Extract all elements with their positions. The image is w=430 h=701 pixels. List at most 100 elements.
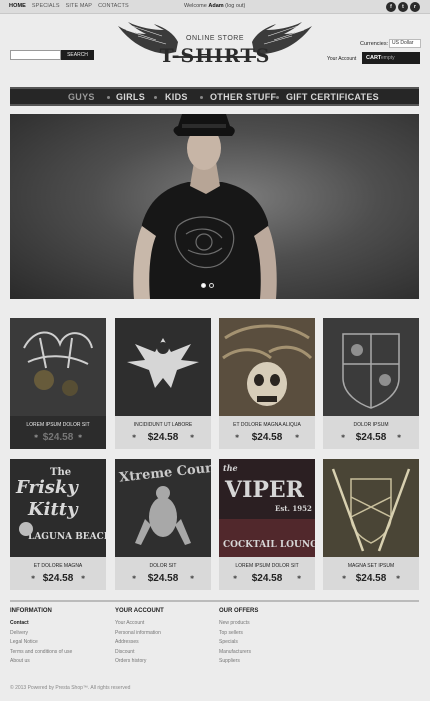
product-name[interactable]: Lorem ipsum dolor sit (10, 422, 106, 428)
facebook-icon[interactable]: f (386, 2, 396, 12)
slider-dot-2[interactable] (209, 283, 214, 288)
footer-link-contact[interactable]: Contact (10, 620, 72, 630)
top-nav-specials[interactable]: Specials (32, 3, 60, 9)
welcome-text: Welcome Adam (log out) (184, 3, 245, 9)
cart-value: empty (381, 55, 395, 61)
product-image[interactable] (323, 459, 419, 557)
footer-link-orders-history[interactable]: Orders history (115, 658, 164, 668)
footer-link-about-us[interactable]: About us (10, 658, 72, 668)
footer-link-legal-notice[interactable]: Legal Notice (10, 639, 72, 649)
twitter-icon[interactable]: t (398, 2, 408, 12)
top-nav-sitemap[interactable]: Site Map (66, 3, 92, 9)
product-card[interactable]: the VIPER Est. 1952 COCKTAIL LOUNGE Lore… (219, 459, 315, 590)
product-price: $24.58 (42, 432, 74, 443)
menu-item-gift-certificates[interactable]: Gift Certificates (286, 92, 379, 102)
search-button[interactable]: Search (61, 50, 94, 60)
menu-separator (107, 96, 110, 99)
price-ornament: ✱ (295, 434, 300, 440)
product-image[interactable] (323, 318, 419, 416)
product-price: $24.58 (355, 573, 387, 584)
price-ornament: ✱ (78, 434, 83, 440)
footer-heading: Information (10, 608, 52, 614)
slider-dot-1[interactable] (201, 283, 206, 288)
product-price: $24.58 (42, 573, 74, 584)
top-bar: Home Specials Site Map Contacts Welcome … (0, 0, 430, 14)
welcome-user: Adam (208, 3, 224, 9)
cart-button[interactable]: CART empty (362, 52, 420, 64)
footer-link-manufacturers[interactable]: Manufacturers (219, 649, 258, 659)
product-card[interactable]: Dolor ipsum ✱ $24.58 ✱ (323, 318, 419, 449)
model-photo (133, 114, 277, 299)
search-input[interactable] (10, 50, 61, 60)
welcome-prefix: Welcome (184, 3, 207, 9)
menu-separator (154, 96, 157, 99)
logout-link[interactable]: (log out) (225, 3, 245, 9)
store-logo[interactable]: Online Store T-SHIRTS (116, 20, 314, 76)
footer-heading: Your Account (115, 608, 164, 614)
footer-link-addresses[interactable]: Addresses (115, 639, 164, 649)
footer-link-top-sellers[interactable]: Top sellers (219, 630, 258, 640)
product-name[interactable]: Incididunt ut labore (115, 422, 211, 428)
hero-banner[interactable] (10, 114, 419, 299)
price-ornament: ✱ (397, 434, 402, 440)
currency-select[interactable]: US Dollar (389, 39, 421, 48)
product-price: $24.58 (355, 432, 387, 443)
svg-text:Est. 1952: Est. 1952 (275, 504, 312, 513)
footer-information: Information Contact Delivery Legal Notic… (10, 608, 72, 668)
product-image[interactable] (219, 318, 315, 416)
price-ornament: ✱ (190, 575, 195, 581)
price-ornament: ✱ (297, 575, 302, 581)
product-card[interactable]: Et dolore magna aliqua ✱ $24.58 ✱ (219, 318, 315, 449)
footer-link-delivery[interactable]: Delivery (10, 630, 72, 640)
logo-subtitle: Online Store (186, 35, 244, 42)
product-name[interactable]: Dolor sit (115, 563, 211, 569)
svg-text:Frisky: Frisky (15, 477, 79, 498)
product-price: $24.58 (251, 432, 283, 443)
product-name[interactable]: Et dolore magna aliqua (219, 422, 315, 428)
footer-link-discount[interactable]: Discount (115, 649, 164, 659)
top-nav-home[interactable]: Home (9, 3, 26, 9)
rss-icon[interactable]: r (410, 2, 420, 12)
product-name[interactable]: Magna set ipsum (323, 563, 419, 569)
footer-link-new-products[interactable]: New products (219, 620, 258, 630)
product-name[interactable]: Lorem ipsum dolor sit (219, 563, 315, 569)
product-name[interactable]: Dolor ipsum (323, 422, 419, 428)
product-image[interactable]: The Frisky Kitty LAGUNA BEACH (10, 459, 106, 557)
price-ornament: ✱ (190, 434, 195, 440)
product-image[interactable] (115, 318, 211, 416)
menu-item-kids[interactable]: Kids (165, 92, 188, 102)
product-card[interactable]: Xtreme Court Dolor sit ✱ $24.58 ✱ (115, 459, 211, 590)
product-image[interactable] (10, 318, 106, 416)
product-price: $24.58 (147, 432, 179, 443)
product-card[interactable]: Incididunt ut labore ✱ $24.58 ✱ (115, 318, 211, 449)
product-card[interactable]: The Frisky Kitty LAGUNA BEACH Et dolore … (10, 459, 106, 590)
footer-link-your-account[interactable]: Your Account (115, 620, 164, 630)
product-card[interactable]: Magna set ipsum ✱ $24.58 ✱ (323, 459, 419, 590)
footer-our-offers: Our Offers New products Top sellers Spec… (219, 608, 258, 668)
svg-text:LAGUNA BEACH: LAGUNA BEACH (28, 532, 106, 542)
svg-text:Kitty: Kitty (27, 499, 79, 520)
logo-title: T-SHIRTS (159, 45, 271, 67)
footer-your-account: Your Account Your Account Personal infor… (115, 608, 164, 668)
price-ornament: ✱ (81, 575, 86, 581)
footer-link-specials[interactable]: Specials (219, 639, 258, 649)
product-name[interactable]: Et dolore magna (10, 563, 106, 569)
footer-link-suppliers[interactable]: Suppliers (219, 658, 258, 668)
top-nav-contacts[interactable]: Contacts (98, 3, 129, 9)
footer-link-terms[interactable]: Terms and conditions of use (10, 649, 72, 659)
top-nav: Home Specials Site Map Contacts (9, 3, 129, 9)
svg-text:the: the (223, 463, 238, 473)
menu-item-girls[interactable]: Girls (116, 92, 145, 102)
menu-separator (200, 96, 203, 99)
product-price: $24.58 (147, 573, 179, 584)
your-account-link[interactable]: Your Account (327, 56, 356, 62)
product-image[interactable]: the VIPER Est. 1952 COCKTAIL LOUNGE (219, 459, 315, 557)
menu-item-guys[interactable]: Guys (68, 92, 95, 102)
currency-label: Currencies: (360, 41, 389, 47)
footer-heading: Our Offers (219, 608, 259, 614)
menu-item-other-stuff[interactable]: Other Stuff (210, 92, 276, 102)
copyright: © 2013 Powered by Presta Shop™. All righ… (10, 685, 131, 691)
footer-link-personal-info[interactable]: Personal information (115, 630, 164, 640)
product-image[interactable]: Xtreme Court (115, 459, 211, 557)
product-card[interactable]: Lorem ipsum dolor sit ✱ $24.58 ✱ (10, 318, 106, 449)
